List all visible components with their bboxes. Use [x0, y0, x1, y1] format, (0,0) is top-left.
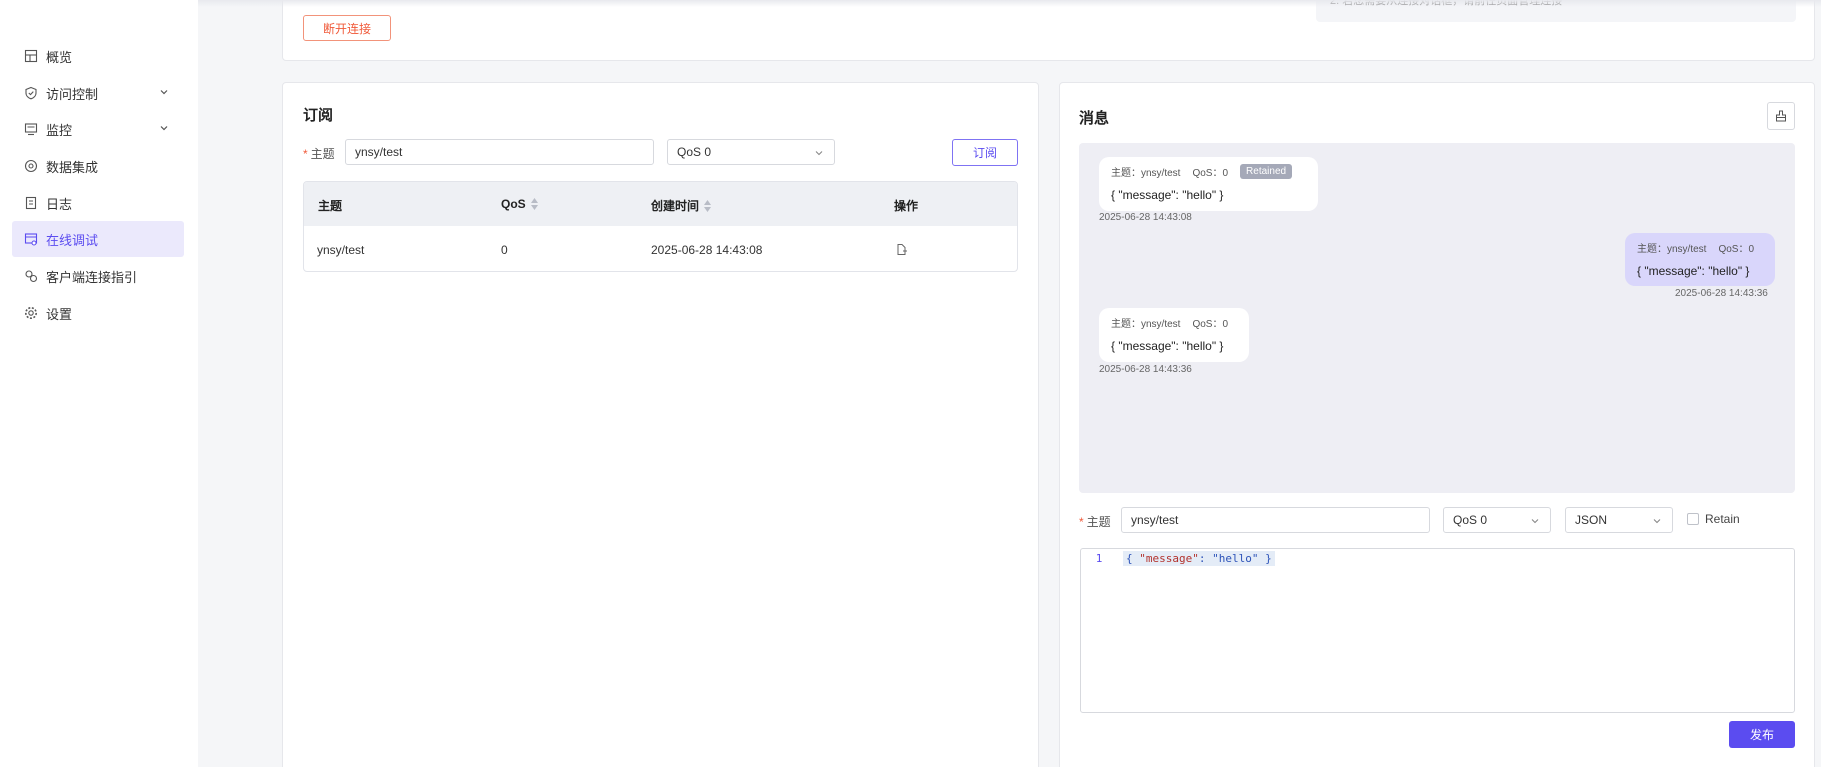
payload-code: { "message": "hello" } — [1123, 551, 1275, 566]
sidebar-item-log[interactable]: 日志 — [12, 185, 184, 221]
sidebar-item-access-control[interactable]: 访问控制 — [12, 75, 184, 111]
chevron-down-icon — [160, 126, 168, 131]
cell-created: 2025-06-28 14:43:08 — [651, 243, 763, 257]
subscribe-button[interactable]: 订阅 — [952, 139, 1018, 166]
column-header-created[interactable]: 创建时间 — [651, 197, 712, 214]
sidebar-item-data-integration[interactable]: 数据集成 — [12, 148, 184, 184]
clear-messages-button[interactable] — [1767, 102, 1795, 130]
header-shadow — [198, 0, 1821, 7]
message-time: 2025-06-28 14:43:36 — [1675, 288, 1768, 299]
sort-icon — [704, 199, 712, 213]
unsubscribe-icon[interactable] — [895, 243, 908, 256]
client-guide-icon — [24, 269, 38, 283]
clear-icon — [1776, 110, 1786, 122]
retained-badge: Retained — [1240, 164, 1293, 179]
shield-check-icon — [24, 86, 38, 100]
retain-checkbox[interactable]: Retain — [1687, 512, 1740, 526]
chevron-down-icon — [1531, 519, 1539, 524]
sidebar-item-label: 访问控制 — [46, 86, 99, 102]
chevron-down-icon — [1653, 519, 1661, 524]
grid-icon — [24, 49, 38, 63]
monitor-icon — [24, 122, 38, 136]
message-qos: QoS：0 — [1192, 319, 1229, 330]
messages-title: 消息 — [1079, 110, 1110, 127]
payload-editor[interactable]: 1 { "message": "hello" } — [1080, 548, 1795, 713]
payload-format-select[interactable]: JSON — [1565, 507, 1673, 533]
cell-qos: 0 — [501, 243, 508, 257]
sidebar-item-settings[interactable]: 设置 — [12, 295, 184, 331]
sidebar-item-label: 设置 — [46, 306, 73, 322]
message-time: 2025-06-28 14:43:08 — [1099, 212, 1192, 223]
message-payload: { "message": "hello" } — [1111, 339, 1224, 353]
checkbox-box[interactable] — [1687, 513, 1699, 525]
message-bubble-received: 主题：ynsy/test QoS：0 { "message": "hello" } — [1099, 308, 1249, 362]
sidebar-item-monitor[interactable]: 监控 — [12, 111, 184, 147]
sidebar-item-label: 数据集成 — [46, 159, 99, 175]
subscribe-qos-select[interactable]: QoS 0 — [667, 139, 835, 165]
line-number: 1 — [1095, 552, 1103, 565]
integration-icon — [24, 159, 38, 173]
log-icon — [24, 196, 38, 210]
subscribe-topic-label: * 主题 — [303, 147, 335, 161]
debug-icon — [24, 232, 38, 246]
publish-topic-input[interactable]: ynsy/test — [1121, 507, 1430, 533]
message-topic: 主题：ynsy/test — [1111, 168, 1181, 179]
sidebar-item-label: 监控 — [46, 122, 73, 138]
disconnect-button[interactable]: 断开连接 — [303, 15, 391, 41]
subscribe-topic-input[interactable]: ynsy/test — [345, 139, 654, 165]
publish-button[interactable]: 发布 — [1729, 721, 1795, 748]
column-header-actions: 操作 — [894, 199, 919, 213]
message-topic: 主题：ynsy/test — [1111, 319, 1181, 330]
message-payload: { "message": "hello" } — [1111, 188, 1224, 202]
message-bubble-sent: 主题：ynsy/test QoS：0 { "message": "hello" } — [1625, 233, 1775, 286]
message-qos: QoS：0 — [1192, 168, 1229, 179]
message-bubble-received: 主题：ynsy/test QoS：0 Retained { "message": "… — [1099, 157, 1318, 211]
gear-icon — [24, 306, 38, 320]
retain-label: Retain — [1705, 512, 1740, 526]
sidebar-item-client-guide[interactable]: 客户端连接指引 — [12, 258, 184, 294]
sort-icon — [530, 197, 538, 211]
chevron-down-icon — [160, 90, 168, 95]
message-time: 2025-06-28 14:43:36 — [1099, 364, 1192, 375]
publish-topic-label: * 主题 — [1079, 515, 1111, 529]
sidebar-item-label: 客户端连接指引 — [46, 269, 138, 285]
message-qos: QoS：0 — [1718, 244, 1755, 255]
sidebar-item-label: 日志 — [46, 196, 73, 212]
sidebar-item-label: 概览 — [46, 49, 73, 65]
cell-topic: ynsy/test — [317, 243, 365, 257]
subscribe-title: 订阅 — [303, 107, 334, 124]
message-topic: 主题：ynsy/test — [1637, 244, 1707, 255]
sidebar-item-overview[interactable]: 概览 — [12, 38, 184, 74]
column-header-qos[interactable]: QoS — [501, 197, 538, 211]
sidebar-item-online-debug[interactable]: 在线调试 — [12, 221, 184, 257]
column-header-topic: 主题 — [318, 199, 343, 213]
publish-qos-select[interactable]: QoS 0 — [1443, 507, 1551, 533]
message-payload: { "message": "hello" } — [1637, 264, 1750, 278]
chevron-down-icon — [815, 151, 823, 156]
sidebar-item-label: 在线调试 — [46, 232, 99, 248]
subscription-table: 主题 QoS 创建时间 操作 ynsy/test 0 2025-06-28 14… — [303, 181, 1018, 272]
sidebar: 概览 访问控制 监控 数据集成 日志 在线调试 客户端连接指引 设置 — [0, 0, 198, 767]
